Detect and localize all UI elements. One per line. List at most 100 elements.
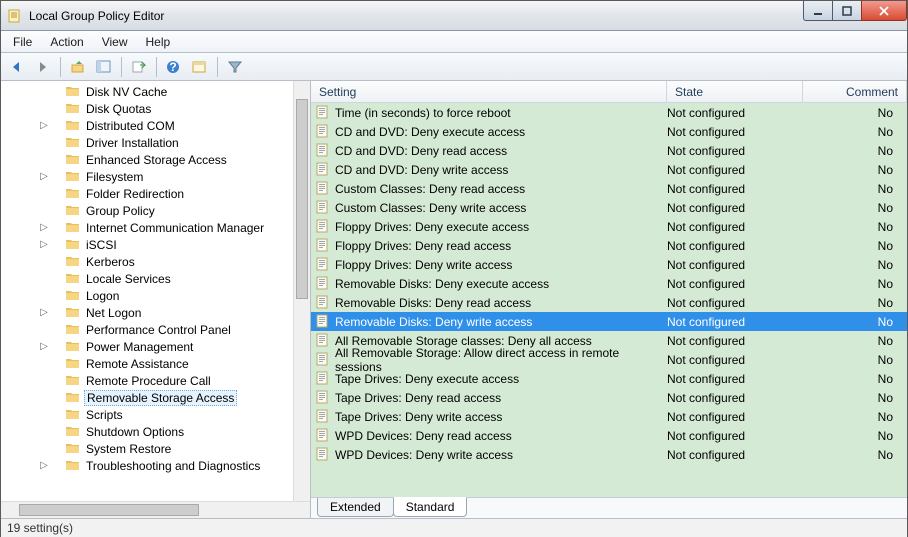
close-button[interactable]: [861, 1, 907, 21]
list-row[interactable]: All Removable Storage: Allow direct acce…: [311, 350, 907, 369]
list-row[interactable]: CD and DVD: Deny execute accessNot confi…: [311, 122, 907, 141]
expand-icon[interactable]: ▷: [37, 222, 51, 233]
tree-view[interactable]: Disk NV CacheDisk Quotas▷Distributed COM…: [1, 81, 293, 501]
tree-item[interactable]: Performance Control Panel: [1, 321, 293, 338]
tree-vscrollbar[interactable]: [293, 81, 310, 501]
setting-name: WPD Devices: Deny write access: [335, 448, 513, 462]
list-row[interactable]: Tape Drives: Deny write accessNot config…: [311, 407, 907, 426]
tree-item[interactable]: Group Policy: [1, 202, 293, 219]
policy-icon: [315, 200, 331, 216]
expand-icon[interactable]: ▷: [37, 307, 51, 318]
list-row[interactable]: Floppy Drives: Deny read accessNot confi…: [311, 236, 907, 255]
tree-item[interactable]: Removable Storage Access: [1, 389, 293, 406]
folder-icon: [65, 288, 81, 304]
menu-help[interactable]: Help: [138, 33, 179, 51]
list-row[interactable]: WPD Devices: Deny write accessNot config…: [311, 445, 907, 464]
filter-button[interactable]: [223, 56, 247, 78]
list-row[interactable]: CD and DVD: Deny write accessNot configu…: [311, 160, 907, 179]
expand-icon[interactable]: ▷: [37, 239, 51, 250]
list-row[interactable]: Floppy Drives: Deny write accessNot conf…: [311, 255, 907, 274]
setting-comment: No: [803, 296, 907, 310]
folder-icon: [65, 322, 81, 338]
tree-item-label: Power Management: [84, 340, 195, 354]
list-row[interactable]: Tape Drives: Deny execute accessNot conf…: [311, 369, 907, 388]
policy-icon: [315, 105, 331, 121]
setting-comment: No: [803, 163, 907, 177]
back-button[interactable]: [5, 56, 29, 78]
forward-button[interactable]: [31, 56, 55, 78]
tree-item[interactable]: Enhanced Storage Access: [1, 151, 293, 168]
setting-state: Not configured: [667, 258, 803, 272]
toolbar: ?: [1, 53, 907, 81]
tree-item[interactable]: ▷iSCSI: [1, 236, 293, 253]
setting-comment: No: [803, 429, 907, 443]
setting-name: Tape Drives: Deny execute access: [335, 372, 519, 386]
tree-item[interactable]: Remote Procedure Call: [1, 372, 293, 389]
list-row[interactable]: Floppy Drives: Deny execute accessNot co…: [311, 217, 907, 236]
setting-name: WPD Devices: Deny read access: [335, 429, 512, 443]
policy-icon: [315, 295, 331, 311]
list-row[interactable]: Tape Drives: Deny read accessNot configu…: [311, 388, 907, 407]
tree-item[interactable]: ▷Filesystem: [1, 168, 293, 185]
setting-state: Not configured: [667, 144, 803, 158]
properties-button[interactable]: [188, 56, 212, 78]
list-row[interactable]: Removable Disks: Deny write accessNot co…: [311, 312, 907, 331]
list-row[interactable]: Time (in seconds) to force rebootNot con…: [311, 103, 907, 122]
setting-name: Floppy Drives: Deny read access: [335, 239, 511, 253]
tree-item-label: Disk NV Cache: [84, 85, 169, 99]
tree-item[interactable]: Remote Assistance: [1, 355, 293, 372]
maximize-button[interactable]: [832, 1, 862, 21]
export-button[interactable]: [127, 56, 151, 78]
column-setting[interactable]: Setting: [311, 81, 667, 102]
tree-item[interactable]: Scripts: [1, 406, 293, 423]
menu-file[interactable]: File: [5, 33, 40, 51]
list-row[interactable]: Custom Classes: Deny read accessNot conf…: [311, 179, 907, 198]
policy-icon: [315, 238, 331, 254]
tree-item[interactable]: Driver Installation: [1, 134, 293, 151]
tree-item[interactable]: Logon: [1, 287, 293, 304]
menu-view[interactable]: View: [94, 33, 136, 51]
list-row[interactable]: Removable Disks: Deny execute accessNot …: [311, 274, 907, 293]
tree-item[interactable]: Shutdown Options: [1, 423, 293, 440]
expand-icon[interactable]: ▷: [37, 341, 51, 352]
tree-item[interactable]: ▷Net Logon: [1, 304, 293, 321]
tab-extended[interactable]: Extended: [317, 498, 394, 517]
settings-list[interactable]: Time (in seconds) to force rebootNot con…: [311, 103, 907, 497]
show-tree-button[interactable]: [92, 56, 116, 78]
tab-standard[interactable]: Standard: [393, 497, 468, 517]
menu-action[interactable]: Action: [42, 33, 91, 51]
setting-state: Not configured: [667, 353, 803, 367]
tree-item-label: Group Policy: [84, 204, 157, 218]
tree-item[interactable]: ▷Distributed COM: [1, 117, 293, 134]
tree-item[interactable]: System Restore: [1, 440, 293, 457]
tree-item[interactable]: ▷ Power Management: [1, 338, 293, 355]
up-button[interactable]: [66, 56, 90, 78]
setting-state: Not configured: [667, 106, 803, 120]
list-row[interactable]: Custom Classes: Deny write accessNot con…: [311, 198, 907, 217]
setting-comment: No: [803, 239, 907, 253]
tree-item[interactable]: Disk Quotas: [1, 100, 293, 117]
tree-item[interactable]: Disk NV Cache: [1, 83, 293, 100]
folder-icon: [65, 84, 81, 100]
tree-item[interactable]: ▷Internet Communication Manager: [1, 219, 293, 236]
expand-icon[interactable]: ▷: [37, 171, 51, 182]
toolbar-divider: [217, 57, 218, 77]
tree-hscrollbar[interactable]: [1, 501, 310, 518]
tree-item-label: Enhanced Storage Access: [84, 153, 229, 167]
list-row[interactable]: Removable Disks: Deny read accessNot con…: [311, 293, 907, 312]
expand-icon[interactable]: ▷: [37, 460, 51, 471]
tree-item[interactable]: Kerberos: [1, 253, 293, 270]
column-state[interactable]: State: [667, 81, 803, 102]
menubar: File Action View Help: [1, 31, 907, 53]
column-comment[interactable]: Comment: [803, 81, 907, 102]
minimize-button[interactable]: [803, 1, 833, 21]
list-row[interactable]: WPD Devices: Deny read accessNot configu…: [311, 426, 907, 445]
tree-item[interactable]: Locale Services: [1, 270, 293, 287]
setting-name: Custom Classes: Deny write access: [335, 201, 526, 215]
tree-item[interactable]: Folder Redirection: [1, 185, 293, 202]
tree-item[interactable]: ▷Troubleshooting and Diagnostics: [1, 457, 293, 474]
setting-comment: No: [803, 372, 907, 386]
list-row[interactable]: CD and DVD: Deny read accessNot configur…: [311, 141, 907, 160]
expand-icon[interactable]: ▷: [37, 120, 51, 131]
help-button[interactable]: ?: [162, 56, 186, 78]
